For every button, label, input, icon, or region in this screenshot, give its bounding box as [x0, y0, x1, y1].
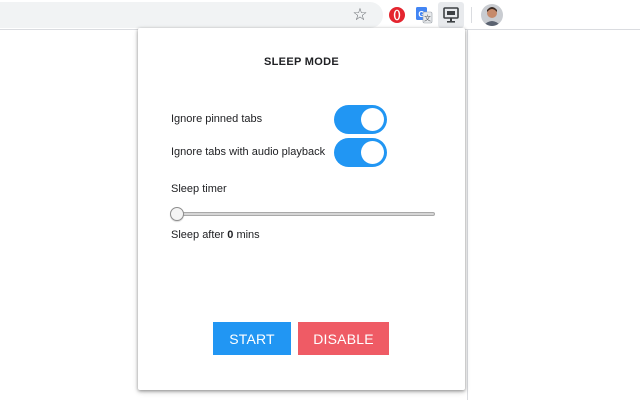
sleep-timer-slider[interactable]: [170, 206, 435, 222]
avatar[interactable]: [481, 4, 503, 26]
ignore-pinned-label: Ignore pinned tabs: [171, 113, 263, 125]
translate-icon[interactable]: G 文: [414, 5, 434, 25]
star-icon[interactable]: ☆: [350, 4, 370, 24]
screen: ☆ G 文 SLEEP MODE Ignore pinned tabs Igno…: [0, 0, 640, 400]
opera-vpn-icon[interactable]: [387, 5, 407, 25]
sleep-mode-popup: SLEEP MODE Ignore pinned tabs Ignore tab…: [138, 28, 465, 390]
ignore-pinned-toggle[interactable]: [334, 105, 387, 134]
svg-text:文: 文: [424, 14, 431, 23]
sleep-after-suffix: mins: [236, 229, 260, 241]
toolbar-divider: [471, 7, 472, 23]
sleep-after-value: 0: [227, 229, 234, 241]
slider-thumb[interactable]: [170, 207, 184, 221]
sleep-after-prefix: Sleep after: [171, 229, 225, 241]
slider-track: [172, 212, 435, 216]
disable-button[interactable]: DISABLE: [298, 322, 389, 355]
ignore-audio-label: Ignore tabs with audio playback: [171, 146, 326, 158]
sleep-mode-extension-icon[interactable]: [438, 2, 464, 28]
start-button[interactable]: START: [213, 322, 291, 355]
ignore-audio-toggle[interactable]: [334, 138, 387, 167]
popup-title: SLEEP MODE: [264, 56, 339, 68]
address-bar[interactable]: [0, 2, 383, 28]
sleep-timer-label: Sleep timer: [171, 183, 227, 195]
toggle-knob: [361, 141, 384, 164]
browser-toolbar: ☆ G 文: [0, 0, 640, 30]
toggle-knob: [361, 108, 384, 131]
sleep-after-text: Sleep after 0 mins: [171, 229, 260, 241]
page-edge: [467, 30, 468, 400]
